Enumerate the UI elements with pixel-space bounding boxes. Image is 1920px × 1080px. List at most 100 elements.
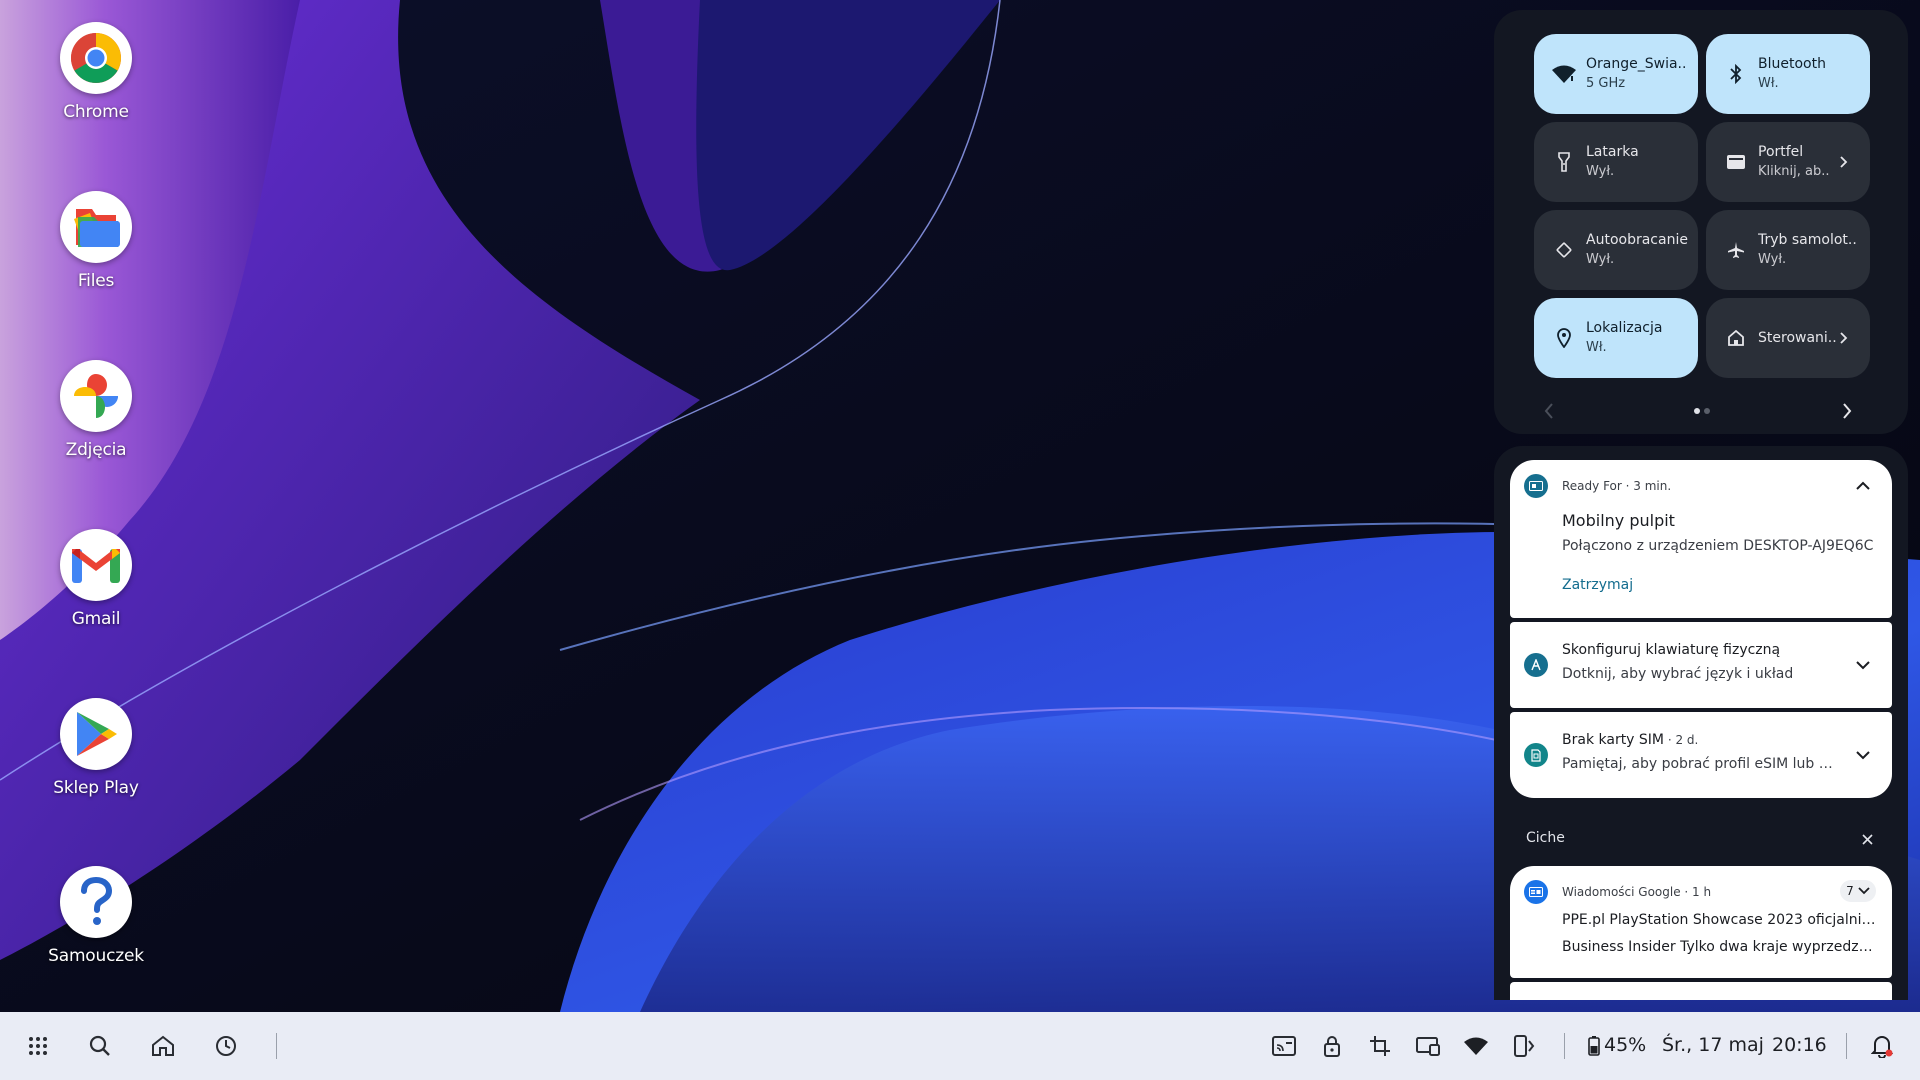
collapse-button[interactable] xyxy=(1852,474,1874,496)
files-icon xyxy=(60,191,132,263)
desktop-icon-files[interactable]: Files xyxy=(40,191,152,291)
airplane-icon xyxy=(1724,238,1748,262)
tile-title: Orange_Swia.. xyxy=(1586,56,1687,72)
qs-next-page-button[interactable] xyxy=(1836,400,1858,422)
chevron-right-icon xyxy=(1843,403,1852,419)
notification-app: Wiadomości Google xyxy=(1562,885,1681,899)
wifi-icon xyxy=(1552,62,1576,86)
tile-subtitle: Wył. xyxy=(1586,252,1615,267)
bell-icon xyxy=(1871,1036,1893,1058)
play-store-icon xyxy=(60,698,132,770)
news-headline: PlayStation Showcase 2023 oficjalnie! So… xyxy=(1609,912,1878,928)
taskbar-date[interactable]: Śr., 17 maj xyxy=(1662,1034,1764,1056)
notification-body: Dotknij, aby wybrać język i układ xyxy=(1562,666,1794,682)
tile-airplane[interactable]: Tryb samolot.. Wył. xyxy=(1706,210,1870,290)
tile-flashlight[interactable]: Latarka Wył. xyxy=(1534,122,1698,202)
search-icon xyxy=(89,1035,110,1056)
tile-subtitle: 5 GHz xyxy=(1586,76,1626,91)
notifications-button[interactable] xyxy=(1866,1030,1898,1062)
desktop-icon-play-store[interactable]: Sklep Play xyxy=(40,698,152,798)
notification-next-peek[interactable] xyxy=(1510,982,1892,1000)
silent-section-header: Ciche xyxy=(1526,830,1565,846)
close-icon xyxy=(1861,833,1873,845)
apps-grid-icon xyxy=(29,1037,47,1055)
qs-page-dot xyxy=(1704,408,1710,414)
tile-wallet[interactable]: Portfel Kliknij, ab.. xyxy=(1706,122,1870,202)
notification-title: Skonfiguruj klawiaturę fizyczną xyxy=(1562,642,1781,658)
stop-action-button[interactable]: Zatrzymaj xyxy=(1562,577,1838,593)
tile-wifi[interactable]: Orange_Swia.. 5 GHz xyxy=(1534,34,1698,114)
app-launcher-button[interactable] xyxy=(22,1030,54,1062)
auto-rotate-icon xyxy=(1552,238,1576,262)
expand-button[interactable] xyxy=(1852,654,1874,676)
expand-button[interactable] xyxy=(1852,744,1874,766)
desktop-icon-label: Samouczek xyxy=(48,946,144,966)
taskbar-divider xyxy=(1564,1033,1565,1059)
search-button[interactable] xyxy=(84,1030,116,1062)
screenshot-crop-button[interactable] xyxy=(1364,1030,1396,1062)
clear-silent-button[interactable] xyxy=(1858,830,1876,848)
lock-icon xyxy=(1324,1036,1340,1057)
photos-icon xyxy=(60,360,132,432)
location-icon xyxy=(1552,326,1576,350)
taskbar-divider xyxy=(1846,1033,1847,1059)
tile-home-controls[interactable]: Sterowani.. xyxy=(1706,298,1870,378)
news-headline: Tylko dwa kraje wyprzedzają P... xyxy=(1680,939,1878,955)
news-source: PPE.pl xyxy=(1562,912,1605,928)
expand-group-button[interactable]: 7 xyxy=(1840,880,1876,902)
flashlight-icon xyxy=(1552,150,1576,174)
desktop-icon-photos[interactable]: Zdjęcia xyxy=(40,360,152,460)
notification-google-news[interactable]: Wiadomości Google · 1 h 7 PPE.pl PlaySta… xyxy=(1510,866,1892,978)
tile-auto-rotate[interactable]: Autoobracanie Wył. xyxy=(1534,210,1698,290)
wallet-icon xyxy=(1724,150,1748,174)
tile-location[interactable]: Lokalizacja Wł. xyxy=(1534,298,1698,378)
cast-button[interactable] xyxy=(1268,1030,1300,1062)
tile-bluetooth[interactable]: Bluetooth Wł. xyxy=(1706,34,1870,114)
screen-icon xyxy=(1416,1037,1440,1056)
gmail-icon xyxy=(60,529,132,601)
tile-title: Autoobracanie xyxy=(1586,232,1688,248)
keyboard-icon xyxy=(1524,653,1548,677)
chevron-up-icon xyxy=(1856,481,1870,490)
phone-connection-status[interactable] xyxy=(1508,1030,1540,1062)
recents-button[interactable] xyxy=(210,1030,242,1062)
tile-title: Portfel xyxy=(1758,144,1804,160)
notification-sim[interactable]: Brak karty SIM · 2 d. Pamiętaj, aby pobr… xyxy=(1510,712,1892,798)
qs-page-dot-active xyxy=(1694,408,1700,414)
chevron-down-icon xyxy=(1858,887,1870,895)
notification-time: 2 d. xyxy=(1675,733,1699,747)
google-news-icon xyxy=(1524,880,1548,904)
wifi-status[interactable] xyxy=(1460,1030,1492,1062)
desktop-icon-label: Zdjęcia xyxy=(65,440,127,460)
chrome-icon xyxy=(60,22,132,94)
notification-time: 1 h xyxy=(1692,885,1712,899)
taskbar: 45% Śr., 17 maj 20:16 xyxy=(0,1012,1920,1080)
home-control-icon xyxy=(1724,326,1748,350)
notification-count: 7 xyxy=(1846,884,1854,898)
qs-prev-page-button[interactable] xyxy=(1538,400,1560,422)
phone-connected-icon xyxy=(1514,1035,1535,1057)
tile-title: Tryb samolot.. xyxy=(1758,232,1857,248)
desktop-icon-gmail[interactable]: Gmail xyxy=(40,529,152,629)
home-icon xyxy=(152,1035,174,1056)
notification-ready-for[interactable]: Ready For · 3 min. Mobilny pulpit Połącz… xyxy=(1510,460,1892,618)
display-mode-button[interactable] xyxy=(1412,1030,1444,1062)
desktop-icon-chrome[interactable]: Chrome xyxy=(40,22,152,122)
chevron-down-icon xyxy=(1856,750,1870,759)
home-button[interactable] xyxy=(147,1030,179,1062)
desktop-icon-tutorial[interactable]: Samouczek xyxy=(40,866,152,966)
notification-app: Ready For xyxy=(1562,479,1622,493)
notification-body: Połączono z urządzeniem DESKTOP-AJ9EQ6C xyxy=(1562,538,1874,554)
tile-subtitle: Wył. xyxy=(1586,164,1615,179)
clock-icon xyxy=(216,1036,236,1056)
tile-title: Lokalizacja xyxy=(1586,320,1663,336)
taskbar-clock[interactable]: 20:16 xyxy=(1772,1034,1827,1056)
help-icon xyxy=(60,866,132,938)
tile-subtitle: Wł. xyxy=(1758,76,1779,91)
lock-button[interactable] xyxy=(1316,1030,1348,1062)
wifi-icon xyxy=(1464,1037,1488,1055)
notification-body: Pamiętaj, aby pobrać profil eSIM lub wło… xyxy=(1562,756,1838,772)
crop-icon xyxy=(1370,1036,1390,1056)
cast-icon xyxy=(1272,1036,1296,1056)
notification-keyboard[interactable]: Skonfiguruj klawiaturę fizyczną Dotknij,… xyxy=(1510,622,1892,708)
